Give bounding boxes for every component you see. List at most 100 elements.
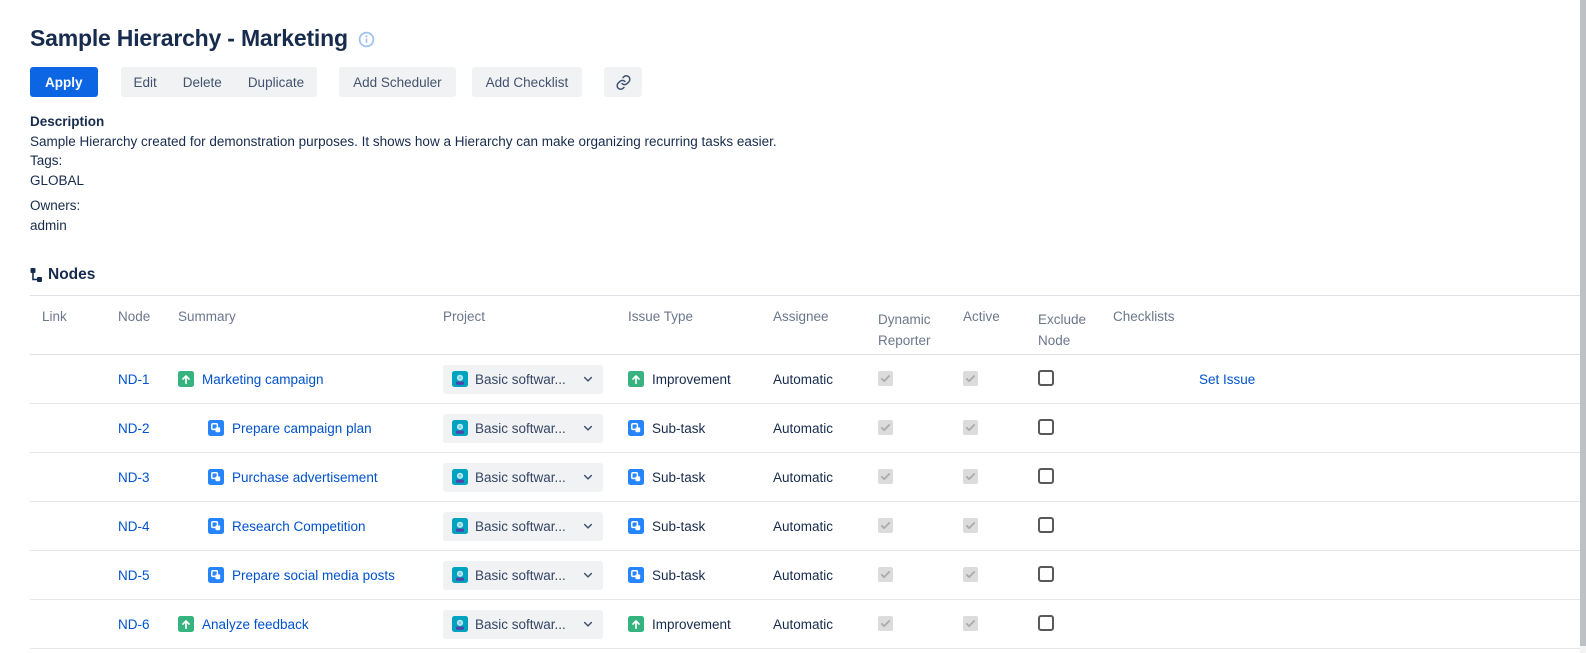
subtask-icon: [208, 518, 224, 534]
apply-button[interactable]: Apply: [30, 67, 98, 97]
action-toolbar: Apply Edit Delete Duplicate Add Schedule…: [30, 67, 1586, 97]
edit-button[interactable]: Edit: [121, 67, 170, 97]
add-scheduler-button[interactable]: Add Scheduler: [339, 67, 456, 97]
issue-type-label: Sub-task: [652, 421, 705, 436]
summary-cell: Analyze feedback: [170, 600, 435, 649]
description-label: Description: [30, 112, 1586, 132]
exclude-node-checkbox[interactable]: [1038, 566, 1054, 582]
node-row: ND-4 Research Competition Basic softwar...…: [30, 502, 1583, 551]
project-avatar-icon: [452, 420, 468, 436]
summary-link[interactable]: Analyze feedback: [202, 617, 309, 632]
subtask-icon: [628, 420, 644, 436]
column-header-node: Node: [110, 296, 170, 355]
issue-type-label: Improvement: [652, 617, 731, 632]
node-id-link[interactable]: ND-3: [118, 470, 150, 485]
assignee-cell: Automatic: [765, 404, 870, 453]
node-id-link[interactable]: ND-4: [118, 519, 150, 534]
active-checkbox: [963, 469, 978, 484]
column-header-active: Active: [955, 296, 1030, 355]
info-icon[interactable]: [358, 31, 375, 48]
dynamic-reporter-cell: [870, 600, 955, 649]
node-id-cell: ND-3: [110, 453, 170, 502]
node-id-link[interactable]: ND-2: [118, 421, 150, 436]
summary-link[interactable]: Research Competition: [232, 519, 366, 534]
summary-link[interactable]: Prepare campaign plan: [232, 421, 372, 436]
issue-type-cell: Sub-task: [620, 502, 765, 551]
assignee-cell: Automatic: [765, 600, 870, 649]
dynamic-reporter-cell: [870, 551, 955, 600]
checklists-cell: [1105, 502, 1583, 551]
dynamic-reporter-cell: [870, 453, 955, 502]
project-select-value: Basic softwar...: [475, 568, 578, 583]
node-row: ND-3 Purchase advertisement Basic softwar.…: [30, 453, 1583, 502]
nodes-section-title: Nodes: [48, 266, 95, 284]
exclude-node-checkbox[interactable]: [1038, 517, 1054, 533]
assignee-value: Automatic: [773, 421, 833, 436]
project-cell: Basic softwar...: [435, 600, 620, 649]
vertical-scrollbar-track[interactable]: [1580, 0, 1586, 653]
dynamic-reporter-checkbox: [878, 567, 893, 582]
dynamic-reporter-checkbox: [878, 616, 893, 631]
chevron-down-icon: [582, 520, 594, 532]
node-id-cell: ND-4: [110, 502, 170, 551]
column-header-assignee: Assignee: [765, 296, 870, 355]
exclude-node-checkbox[interactable]: [1038, 615, 1054, 631]
active-cell: [955, 600, 1030, 649]
issue-type-label: Sub-task: [652, 470, 705, 485]
delete-button[interactable]: Delete: [170, 67, 235, 97]
active-cell: [955, 453, 1030, 502]
issue-type-label: Sub-task: [652, 568, 705, 583]
project-select-value: Basic softwar...: [475, 519, 578, 534]
project-select-value: Basic softwar...: [475, 617, 578, 632]
exclude-node-checkbox[interactable]: [1038, 468, 1054, 484]
summary-cell: Prepare social media posts: [170, 551, 435, 600]
description-section: Description Sample Hierarchy created for…: [30, 112, 1586, 235]
summary-link[interactable]: Prepare social media posts: [232, 568, 395, 583]
project-select[interactable]: Basic softwar...: [443, 561, 603, 590]
set-issue-link[interactable]: Set Issue: [1199, 372, 1255, 387]
project-select-value: Basic softwar...: [475, 470, 578, 485]
subtask-icon: [628, 469, 644, 485]
permalink-button[interactable]: [604, 67, 642, 97]
page-title: Sample Hierarchy - Marketing: [30, 25, 348, 52]
project-cell: Basic softwar...: [435, 355, 620, 404]
node-id-link[interactable]: ND-6: [118, 617, 150, 632]
summary-link[interactable]: Purchase advertisement: [232, 470, 378, 485]
hierarchy-detail-page: Sample Hierarchy - Marketing Apply Edit …: [0, 0, 1586, 653]
project-cell: Basic softwar...: [435, 453, 620, 502]
vertical-scrollbar-thumb[interactable]: [1580, 0, 1586, 646]
summary-cell: Purchase advertisement: [170, 453, 435, 502]
node-id-link[interactable]: ND-1: [118, 372, 150, 387]
project-select[interactable]: Basic softwar...: [443, 365, 603, 394]
issue-type-label: Improvement: [652, 372, 731, 387]
dynamic-reporter-checkbox: [878, 420, 893, 435]
project-select[interactable]: Basic softwar...: [443, 463, 603, 492]
nodes-table-header: Link Node Summary Project Issue Type Ass…: [30, 296, 1583, 355]
subtask-icon: [628, 518, 644, 534]
tags-label: Tags:: [30, 151, 1586, 171]
chevron-down-icon: [582, 422, 594, 434]
add-checklist-button[interactable]: Add Checklist: [472, 67, 583, 97]
exclude-node-checkbox[interactable]: [1038, 419, 1054, 435]
link-cell: [30, 600, 110, 649]
node-id-link[interactable]: ND-5: [118, 568, 150, 583]
project-select-value: Basic softwar...: [475, 421, 578, 436]
issue-type-cell: Sub-task: [620, 453, 765, 502]
project-select[interactable]: Basic softwar...: [443, 512, 603, 541]
column-header-issue-type: Issue Type: [620, 296, 765, 355]
summary-cell: Marketing campaign: [170, 355, 435, 404]
active-checkbox: [963, 616, 978, 631]
node-row: ND-2 Prepare campaign plan Basic softwar..…: [30, 404, 1583, 453]
exclude-node-cell: [1030, 355, 1105, 404]
column-header-dynamic-reporter: Dynamic Reporter: [870, 296, 955, 355]
checklists-cell: Set Issue: [1105, 355, 1583, 404]
project-avatar-icon: [452, 567, 468, 583]
duplicate-button[interactable]: Duplicate: [235, 67, 317, 97]
improvement-icon: [628, 371, 644, 387]
project-select[interactable]: Basic softwar...: [443, 414, 603, 443]
node-row: ND-6 Analyze feedback Basic softwar... Impr…: [30, 600, 1583, 649]
exclude-node-checkbox[interactable]: [1038, 370, 1054, 386]
project-select[interactable]: Basic softwar...: [443, 610, 603, 639]
checklists-cell: [1105, 600, 1583, 649]
summary-link[interactable]: Marketing campaign: [202, 372, 324, 387]
